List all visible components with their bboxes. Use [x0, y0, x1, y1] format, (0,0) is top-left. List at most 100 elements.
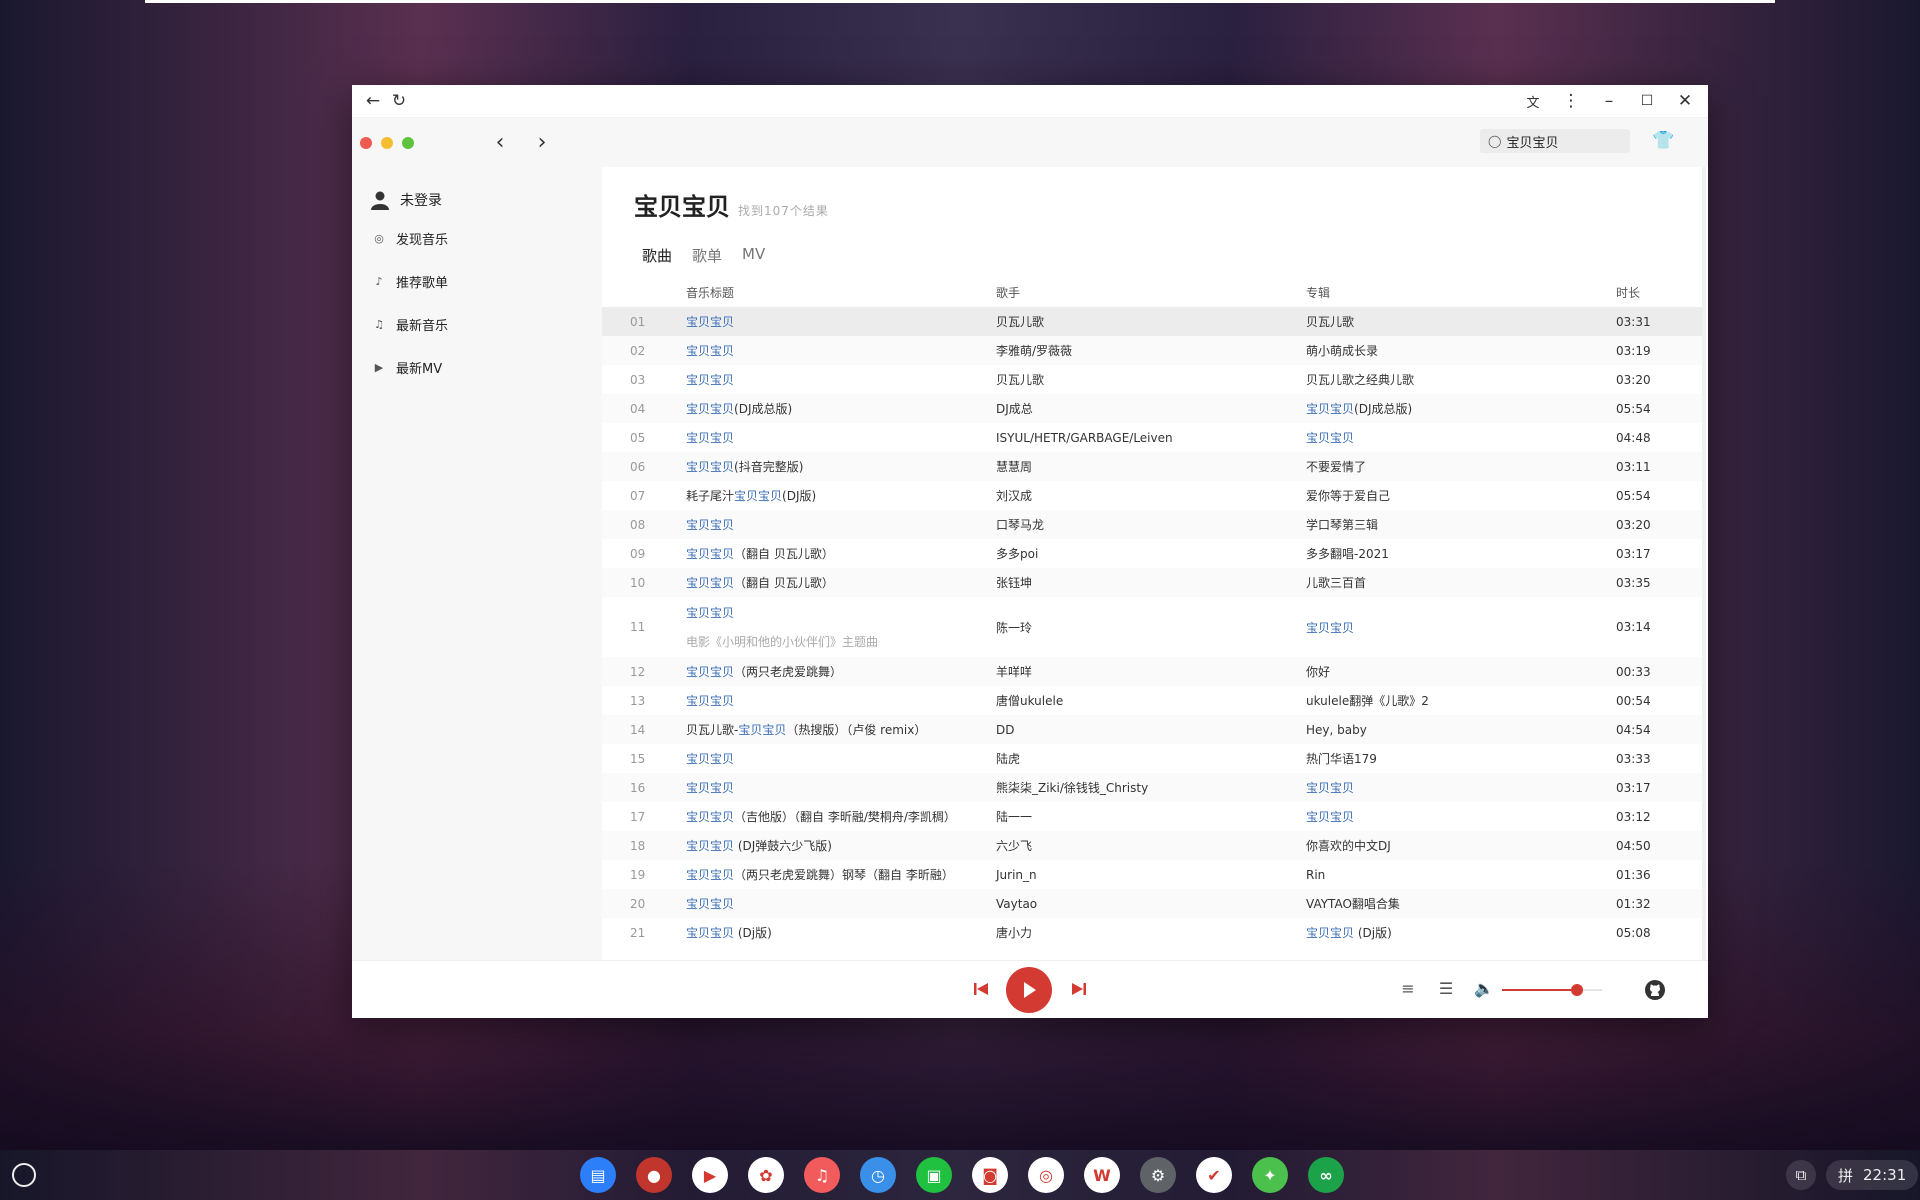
baidu-icon[interactable]: ✿: [748, 1157, 784, 1193]
table-row[interactable]: 06 宝贝宝贝(抖音完整版) 慧慧周 不要爱情了 03:11: [602, 452, 1702, 481]
track-album[interactable]: Rin: [1306, 868, 1616, 882]
track-artist[interactable]: 张钰坤: [996, 574, 1306, 591]
header-artist[interactable]: 歌手: [996, 284, 1306, 301]
close-dot[interactable]: [360, 136, 372, 149]
translate-icon[interactable]: 文: [1520, 88, 1546, 114]
table-row[interactable]: 02 宝贝宝贝 李雅萌/罗薇薇 萌小萌成长录 03:19: [602, 336, 1702, 365]
iqiyi-icon[interactable]: ▣: [916, 1157, 952, 1193]
track-artist[interactable]: 陆一一: [996, 808, 1306, 825]
track-artist[interactable]: 贝瓦儿歌: [996, 371, 1306, 388]
table-row[interactable]: 16 宝贝宝贝 熊柒柒_Ziki/徐钱钱_Christy 宝贝宝贝 03:17: [602, 773, 1702, 802]
track-album[interactable]: 爱你等于爱自己: [1306, 487, 1616, 504]
table-row[interactable]: 13 宝贝宝贝 唐僧ukulele ukulele翻弹《儿歌》2 00:54: [602, 686, 1702, 715]
table-row[interactable]: 07 耗子尾汁宝贝宝贝(DJ版) 刘汉成 爱你等于爱自己 05:54: [602, 481, 1702, 510]
table-row[interactable]: 08 宝贝宝贝 口琴马龙 学口琴第三辑 03:20: [602, 510, 1702, 539]
table-row[interactable]: 12 宝贝宝贝（两只老虎爱跳舞） 羊咩咩 你好 00:33: [602, 657, 1702, 686]
close-icon[interactable]: ✕: [1672, 88, 1698, 114]
track-artist[interactable]: 唐小力: [996, 924, 1306, 941]
track-artist[interactable]: 贝瓦儿歌: [996, 313, 1306, 330]
table-row[interactable]: 18 宝贝宝贝 (DJ弹鼓六少飞版) 六少飞 你喜欢的中文DJ 04:50: [602, 831, 1702, 860]
track-album[interactable]: 宝贝宝贝 (Dj版): [1306, 924, 1616, 941]
track-title[interactable]: 宝贝宝贝: [686, 313, 996, 330]
track-artist[interactable]: Vaytao: [996, 897, 1306, 911]
track-album[interactable]: Hey, baby: [1306, 723, 1616, 737]
track-album[interactable]: 宝贝宝贝: [1306, 429, 1616, 446]
track-artist[interactable]: 唐僧ukulele: [996, 692, 1306, 709]
header-album[interactable]: 专辑: [1306, 284, 1616, 301]
track-album[interactable]: ukulele翻弹《儿歌》2: [1306, 692, 1616, 709]
track-title[interactable]: 宝贝宝贝: [686, 692, 996, 709]
wps-icon[interactable]: W: [1084, 1157, 1120, 1193]
header-title[interactable]: 音乐标题: [686, 284, 996, 301]
search-input[interactable]: [1506, 133, 1617, 149]
track-artist[interactable]: ISYUL/HETR/GARBAGE/Leiven: [996, 431, 1306, 445]
track-title[interactable]: 宝贝宝贝: [686, 750, 996, 767]
next-track-icon[interactable]: [1070, 980, 1088, 998]
track-artist[interactable]: 陆虎: [996, 750, 1306, 767]
volume-icon[interactable]: 🔈: [1474, 979, 1494, 999]
track-artist[interactable]: 多多poi: [996, 545, 1306, 562]
tab-2[interactable]: MV: [742, 245, 765, 266]
search-box[interactable]: ◯: [1480, 129, 1630, 153]
volume-knob[interactable]: [1571, 984, 1583, 996]
track-title[interactable]: 宝贝宝贝 (DJ弹鼓六少飞版): [686, 837, 996, 854]
chat-app-icon[interactable]: ∞: [1308, 1157, 1344, 1193]
camera-app-icon[interactable]: ◎: [1028, 1157, 1064, 1193]
track-album[interactable]: 你好: [1306, 663, 1616, 680]
status-tray[interactable]: 拼 22:31: [1826, 1160, 1919, 1190]
table-row[interactable]: 19 宝贝宝贝（两只老虎爱跳舞）钢琴（翻自 李昕融） Jurin_n Rin 01:36: [602, 860, 1702, 889]
track-title[interactable]: 宝贝宝贝 (Dj版): [686, 924, 996, 941]
track-album[interactable]: 多多翻唱-2021: [1306, 545, 1616, 562]
scrollbar[interactable]: [1702, 167, 1706, 960]
track-album[interactable]: 贝瓦儿歌: [1306, 313, 1616, 330]
clipboard-icon[interactable]: ⧉: [1786, 1160, 1816, 1190]
launcher-icon[interactable]: [12, 1163, 36, 1187]
chevron-right-icon[interactable]: ›: [532, 132, 552, 154]
music-app-icon[interactable]: ♫: [804, 1157, 840, 1193]
chrome-app-icon[interactable]: ●: [636, 1157, 672, 1193]
table-row[interactable]: 14 贝瓦儿歌-宝贝宝贝（热搜版）（卢俊 remix） DD Hey, baby 04:…: [602, 715, 1702, 744]
table-row[interactable]: 20 宝贝宝贝 Vaytao VAYTAO翻唱合集 01:32: [602, 889, 1702, 918]
zoom-dot[interactable]: [402, 136, 414, 149]
game-app-icon[interactable]: ✦: [1252, 1157, 1288, 1193]
track-title[interactable]: 宝贝宝贝(DJ成总版): [686, 400, 996, 417]
tab-1[interactable]: 歌单: [692, 245, 722, 266]
track-title[interactable]: 宝贝宝贝: [686, 516, 996, 533]
table-row[interactable]: 10 宝贝宝贝（翻自 贝瓦儿歌） 张钰坤 儿歌三百首 03:35: [602, 568, 1702, 597]
track-title[interactable]: 耗子尾汁宝贝宝贝(DJ版): [686, 487, 996, 504]
sidebar-item-1[interactable]: ♪ 推荐歌单: [352, 260, 602, 303]
table-row[interactable]: 21 宝贝宝贝 (Dj版) 唐小力 宝贝宝贝 (Dj版) 05:08: [602, 918, 1702, 947]
previous-track-icon[interactable]: [972, 980, 990, 998]
tab-0[interactable]: 歌曲: [642, 245, 672, 266]
track-artist[interactable]: DD: [996, 723, 1306, 737]
sidebar-item-3[interactable]: ▶ 最新MV: [352, 346, 602, 389]
settings-icon[interactable]: ⚙: [1140, 1157, 1176, 1193]
track-album[interactable]: 宝贝宝贝: [1306, 779, 1616, 796]
track-artist[interactable]: 李雅萌/罗薇薇: [996, 342, 1306, 359]
track-title[interactable]: 宝贝宝贝: [686, 371, 996, 388]
table-row[interactable]: 09 宝贝宝贝（翻自 贝瓦儿歌） 多多poi 多多翻唱-2021 03:17: [602, 539, 1702, 568]
track-album[interactable]: 宝贝宝贝(DJ成总版): [1306, 400, 1616, 417]
table-row[interactable]: 11 宝贝宝贝 电影《小明和他的小伙伴们》主题曲 陈一玲 宝贝宝贝 03:14: [602, 597, 1702, 657]
track-title[interactable]: 宝贝宝贝（两只老虎爱跳舞）: [686, 663, 996, 680]
track-artist[interactable]: 陈一玲: [996, 619, 1306, 636]
track-album[interactable]: 儿歌三百首: [1306, 574, 1616, 591]
table-row[interactable]: 01 宝贝宝贝 贝瓦儿歌 贝瓦儿歌 03:31: [602, 307, 1702, 336]
track-artist[interactable]: DJ成总: [996, 400, 1306, 417]
track-artist[interactable]: 熊柒柒_Ziki/徐钱钱_Christy: [996, 779, 1306, 796]
more-vertical-icon[interactable]: ⋮: [1558, 88, 1584, 114]
track-album[interactable]: 不要爱情了: [1306, 458, 1616, 475]
play-store-icon[interactable]: ▶: [692, 1157, 728, 1193]
clock-app-icon[interactable]: ◷: [860, 1157, 896, 1193]
sidebar-item-0[interactable]: ◎ 发现音乐: [352, 217, 602, 260]
track-title[interactable]: 宝贝宝贝: [686, 342, 996, 359]
reload-icon[interactable]: ↻: [386, 88, 412, 114]
track-artist[interactable]: Jurin_n: [996, 868, 1306, 882]
play-order-icon[interactable]: ≡: [1398, 979, 1418, 999]
track-title[interactable]: 宝贝宝贝（两只老虎爱跳舞）钢琴（翻自 李昕融）: [686, 866, 996, 883]
table-row[interactable]: 04 宝贝宝贝(DJ成总版) DJ成总 宝贝宝贝(DJ成总版) 05:54: [602, 394, 1702, 423]
track-title[interactable]: 宝贝宝贝: [686, 895, 996, 912]
track-artist[interactable]: 口琴马龙: [996, 516, 1306, 533]
shopping-bag-icon[interactable]: ◙: [972, 1157, 1008, 1193]
table-row[interactable]: 17 宝贝宝贝（吉他版）（翻自 李昕融/樊桐舟/李凯稠） 陆一一 宝贝宝贝 03:12: [602, 802, 1702, 831]
